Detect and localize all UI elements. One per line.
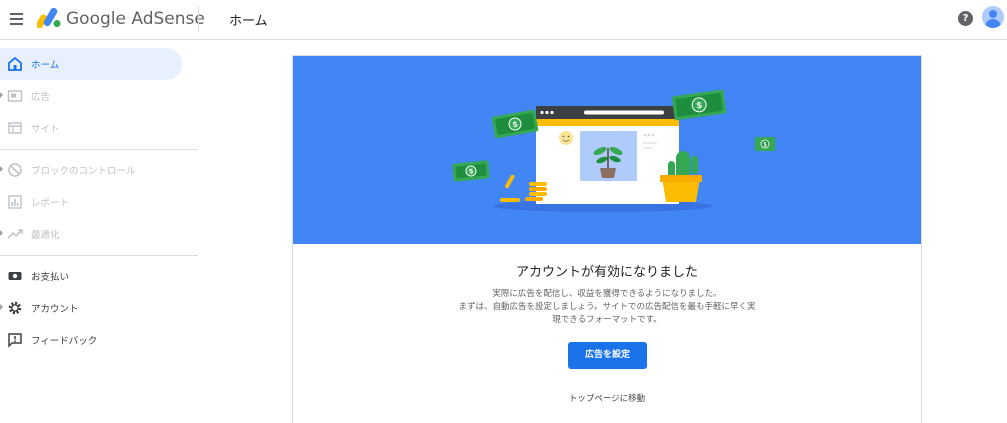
optimization-icon [7, 229, 23, 239]
brand-name: Google AdSense [66, 9, 205, 29]
sidebar-item-label: ブロックのコントロール [31, 166, 136, 177]
hero-illustration: $ $ $ $ [293, 56, 921, 244]
payments-icon [8, 272, 22, 280]
sidebar-item-account[interactable]: アカウント [0, 292, 182, 324]
sidebar-nav: ホーム 広告 サイト ブロックのコントロール レポート 最適化 お支払い アカウ… [0, 41, 198, 423]
account-settings-icon [8, 301, 22, 315]
sidebar-item-sites[interactable]: サイト [0, 112, 182, 144]
go-to-homepage-link[interactable]: トップページに移動 [293, 392, 921, 404]
sites-icon [8, 122, 22, 134]
reports-icon [8, 195, 22, 209]
description-line: まずは、自動広告を設定しましょう。サイトでの広告配信を最も手軽に早く実 [458, 302, 756, 312]
sidebar-item-payments[interactable]: お支払い [0, 260, 182, 292]
hamburger-menu-icon[interactable] [6, 8, 28, 30]
ads-icon [7, 90, 23, 102]
card-title: アカウントが有効になりました [515, 265, 698, 280]
brand-product: AdSense [131, 9, 205, 29]
sidebar-item-label: アカウント [31, 304, 79, 315]
account-activated-card: $ $ $ $ アカウントが有効になりました 実際に広告を配信し、収益を獲得でき… [292, 55, 922, 423]
sidebar-item-label: 広告 [31, 92, 51, 103]
sidebar-item-label: ホーム [31, 60, 60, 71]
sidebar-item-label: レポート [31, 198, 70, 209]
sidebar-item-blocking-controls[interactable]: ブロックのコントロール [0, 154, 182, 186]
feedback-icon [8, 333, 22, 348]
page-title: ホーム [229, 14, 268, 29]
sidebar-item-home[interactable]: ホーム [0, 48, 182, 80]
description-line: 実際に広告を配信し、収益を獲得できるようになりました。 [492, 289, 722, 299]
sidebar-item-label: お支払い [31, 272, 70, 283]
sidebar-item-ads[interactable]: 広告 [0, 80, 182, 112]
activation-illustration: $ $ $ $ [452, 89, 775, 212]
set-up-ads-button[interactable]: 広告を設定 [568, 342, 647, 369]
home-icon [8, 56, 22, 71]
help-icon[interactable]: ? [958, 11, 973, 26]
header-divider [198, 6, 199, 32]
description-line: 現できるフォーマットです。 [552, 315, 662, 325]
sidebar-item-optimization[interactable]: 最適化 [0, 218, 182, 250]
sidebar-item-reports[interactable]: レポート [0, 186, 182, 218]
adsense-logo-icon [37, 8, 61, 28]
sidebar-divider [0, 255, 198, 256]
sidebar-item-label: 最適化 [31, 230, 60, 241]
sidebar-item-label: フィードバック [31, 336, 98, 347]
avatar[interactable] [982, 6, 1004, 28]
top-app-bar: Google AdSense ホーム ? [0, 0, 1007, 40]
card-description: 実際に広告を配信し、収益を獲得できるようになりました。 まずは、自動広告を設定し… [433, 288, 781, 327]
sidebar-item-feedback[interactable]: フィードバック [0, 324, 182, 356]
sidebar-item-label: サイト [31, 124, 60, 135]
brand-google: Google [66, 9, 126, 29]
sidebar-divider [0, 149, 198, 150]
block-icon [8, 163, 22, 177]
